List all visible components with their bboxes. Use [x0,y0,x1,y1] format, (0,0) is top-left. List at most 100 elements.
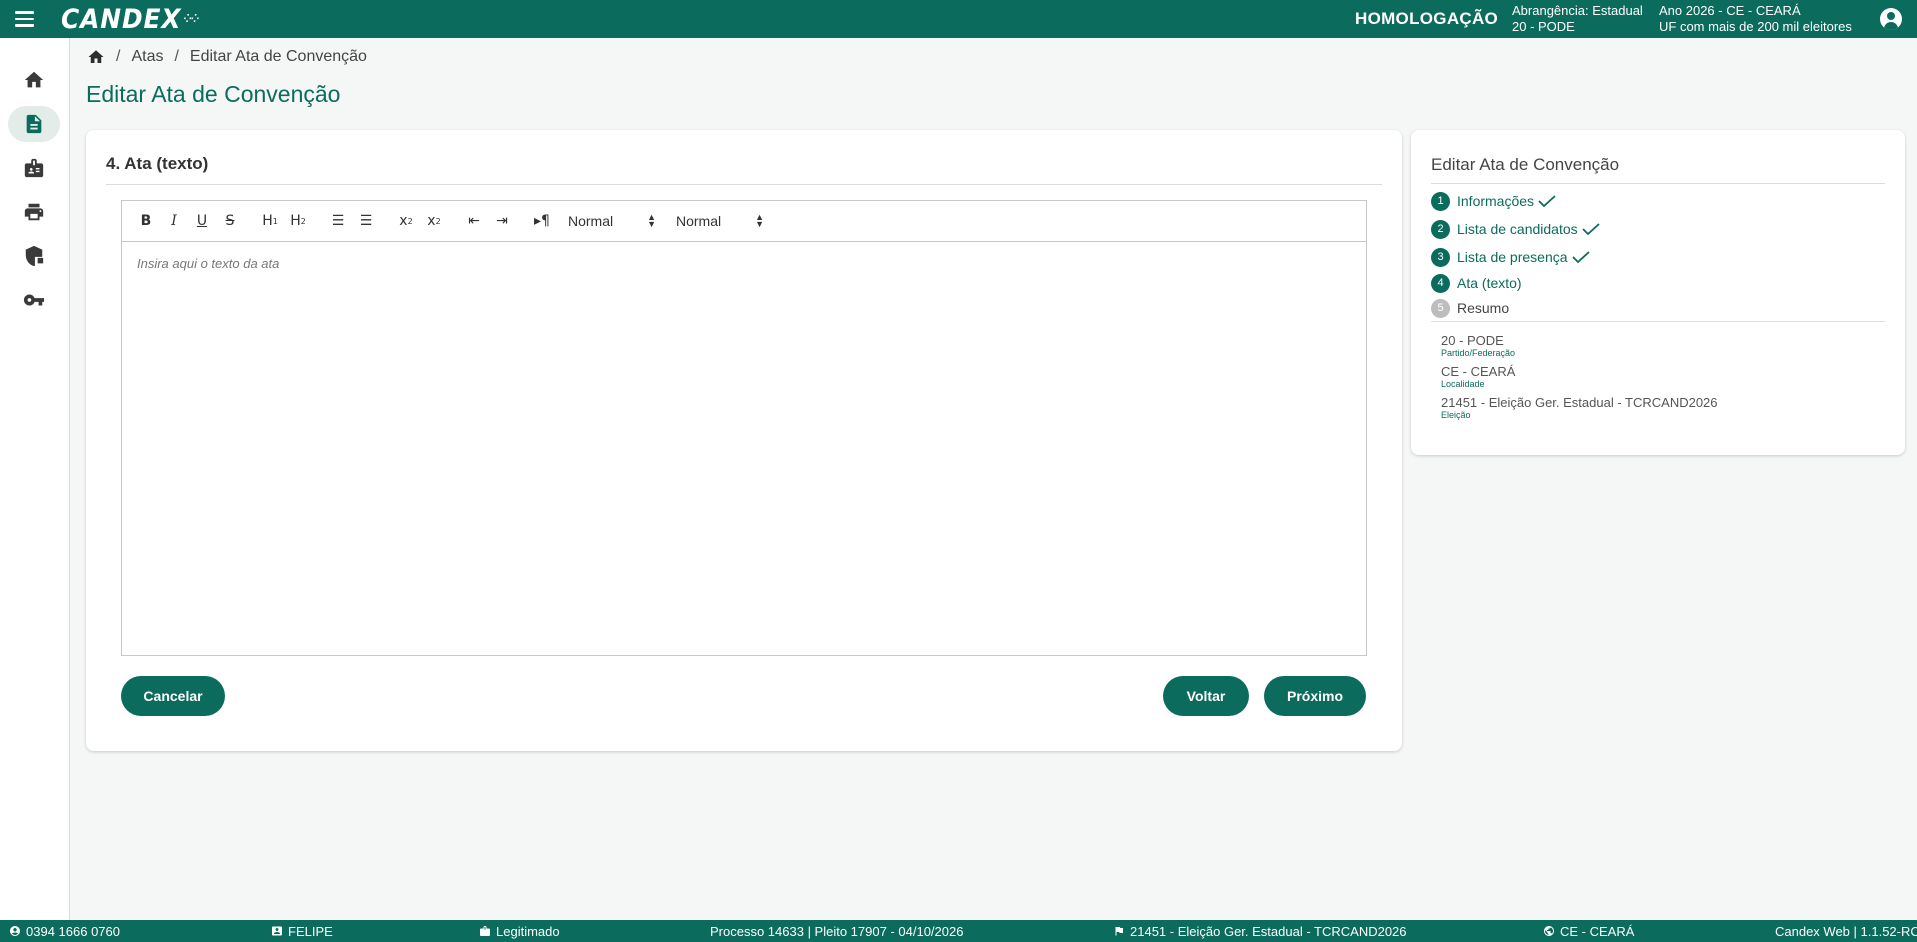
cancel-button[interactable]: Cancelar [121,676,225,716]
step-number: 2 [1431,219,1450,239]
nav-documents[interactable] [8,106,60,142]
step-lista-presenca[interactable]: 3 Lista de presença [1431,247,1590,267]
heading2-label: H [290,213,301,229]
flag-icon [1115,927,1123,936]
footer-phone: 0394 1666 0760 [9,920,120,942]
home-icon[interactable] [87,48,105,66]
heading2-button[interactable]: H2 [284,207,312,235]
menu-icon[interactable] [15,0,45,38]
contact-card-icon [272,926,282,936]
footer-process-text: Processo 14633 | Pleito 17907 - 04/10/20… [710,923,964,939]
nav-access[interactable] [8,282,60,318]
environment-label: HOMOLOGAÇÃO [1355,9,1499,28]
rich-text-editor: B I U S H1 H2 ☰ ☰ x2 x2 ⇤ ⇥ ▸¶ Normal ▲ ▼… [121,200,1367,656]
header-select-value: Normal [676,213,722,229]
footer-election: 21451 - Eleição Ger. Estadual - TCRCAND2… [1113,920,1407,942]
key-icon [23,294,45,306]
logo-text: CANDEX [61,3,182,35]
account-circle-icon [10,926,20,936]
nav-home[interactable] [8,62,60,98]
bullet-list-icon[interactable]: ☰ [352,207,380,235]
outdent-icon[interactable]: ⇤ [460,207,488,235]
footer-user-text: FELIPE [288,923,333,939]
editor-toolbar: B I U S H1 H2 ☰ ☰ x2 x2 ⇤ ⇥ ▸¶ Normal ▲ ▼… [122,201,1366,242]
status-bar: 0394 1666 0760 FELIPE Legitimado Process… [0,920,1917,942]
breadcrumb: / Atas / Editar Ata de Convenção [87,46,367,68]
superscript-mark: 2 [435,216,441,226]
breadcrumb-atas[interactable]: Atas [131,48,163,66]
account-circle-icon[interactable] [1880,8,1902,30]
ordered-list-icon[interactable]: ☰ [324,207,352,235]
nav-print[interactable] [8,194,60,230]
info-partido: 20 - PODE Partido/Federação [1441,333,1516,359]
superscript-button[interactable]: x2 [420,207,448,235]
footer-phone-text: 0394 1666 0760 [26,923,120,939]
info-localidade: CE - CEARÁ Localidade [1441,365,1515,390]
footer-status-text: Legitimado [496,923,560,939]
subscript-label: x [399,213,408,229]
footer-status: Legitimado [479,920,560,942]
size-select-value: Normal [568,213,614,229]
step-number: 4 [1431,273,1450,293]
heading1-level: 1 [272,216,278,226]
underline-button[interactable]: U [188,207,216,235]
editor-text-area[interactable]: Insira aqui o texto da ata [122,242,1366,656]
divider [1431,183,1885,184]
check-icon [1538,195,1556,207]
heading1-label: H [262,213,273,229]
step-label: Resumo [1457,300,1510,316]
breadcrumb-separator: / [174,48,179,65]
indent-icon[interactable]: ⇥ [488,207,516,235]
subscript-mark: 2 [407,216,413,226]
footer-election-text: 21451 - Eleição Ger. Estadual - TCRCAND2… [1130,923,1407,939]
heading2-level: 2 [300,216,306,226]
footer-version-text: Candex Web | 1.1.52-RC [1775,923,1917,939]
breadcrumb-separator: / [116,48,121,65]
document-icon [26,114,42,134]
footer-locality-text: CE - CEARÁ [1560,923,1635,939]
step-informacoes[interactable]: 1 Informações [1431,191,1556,211]
step-label: Lista de presença [1457,249,1568,265]
divider [106,184,1382,185]
progress-title: Editar Ata de Convenção [1431,155,1620,174]
printer-icon [24,203,44,221]
strikethrough-button[interactable]: S [216,207,244,235]
header-select[interactable]: Normal ▲ ▼ [664,207,772,235]
home-icon [24,71,44,88]
candex-logo[interactable]: CANDEX ⁘⁘ [61,3,199,35]
check-icon [1571,251,1590,263]
subscript-button[interactable]: x2 [392,207,420,235]
context-scope: Abrangência: Estadual 20 - PODE [1512,3,1643,35]
back-button[interactable]: Voltar [1163,676,1249,716]
progress-card: Editar Ata de Convenção 1 Informações 2 … [1411,130,1905,455]
footer-user: FELIPE [271,920,333,942]
step-label: Ata (texto) [1457,275,1522,291]
italic-button[interactable]: I [160,207,188,235]
nav-candidates[interactable] [8,150,60,186]
context-year: Ano 2026 - CE - CEARÁ UF com mais de 200… [1659,3,1852,35]
nav-security[interactable] [8,238,60,274]
breadcrumb-current: Editar Ata de Convenção [189,48,367,65]
footer-locality: CE - CEARÁ [1543,920,1634,942]
abrangencia-text: Abrangência: Estadual [1512,3,1643,18]
step-number: 5 [1431,298,1450,318]
section-title: 4. Ata (texto) [106,154,209,173]
text-direction-icon[interactable]: ▸¶ [528,207,556,235]
size-select[interactable]: Normal ▲ ▼ [556,207,664,235]
partido-text: 20 - PODE [1512,19,1575,34]
bold-button[interactable]: B [132,207,160,235]
sort-arrows-icon: ▲ ▼ [647,212,656,229]
page-title: Editar Ata de Convenção [86,81,341,107]
step-ata-texto[interactable]: 4 Ata (texto) [1431,273,1522,293]
next-button[interactable]: Próximo [1264,676,1366,716]
info-value: 21451 - Eleição Ger. Estadual - TCRCAND2… [1441,395,1718,410]
id-card-icon [24,158,44,178]
info-label: Partido/Federação [1441,348,1516,358]
heading1-button[interactable]: H1 [256,207,284,235]
step-number: 1 [1431,191,1450,211]
logo-dots-icon: ⁘⁘ [183,12,199,25]
info-value: 20 - PODE [1441,333,1504,348]
step-number: 3 [1431,247,1450,267]
top-app-bar: CANDEX ⁘⁘ HOMOLOGAÇÃO Abrangência: Estad… [0,0,1917,38]
step-lista-candidatos[interactable]: 2 Lista de candidatos [1431,219,1600,239]
